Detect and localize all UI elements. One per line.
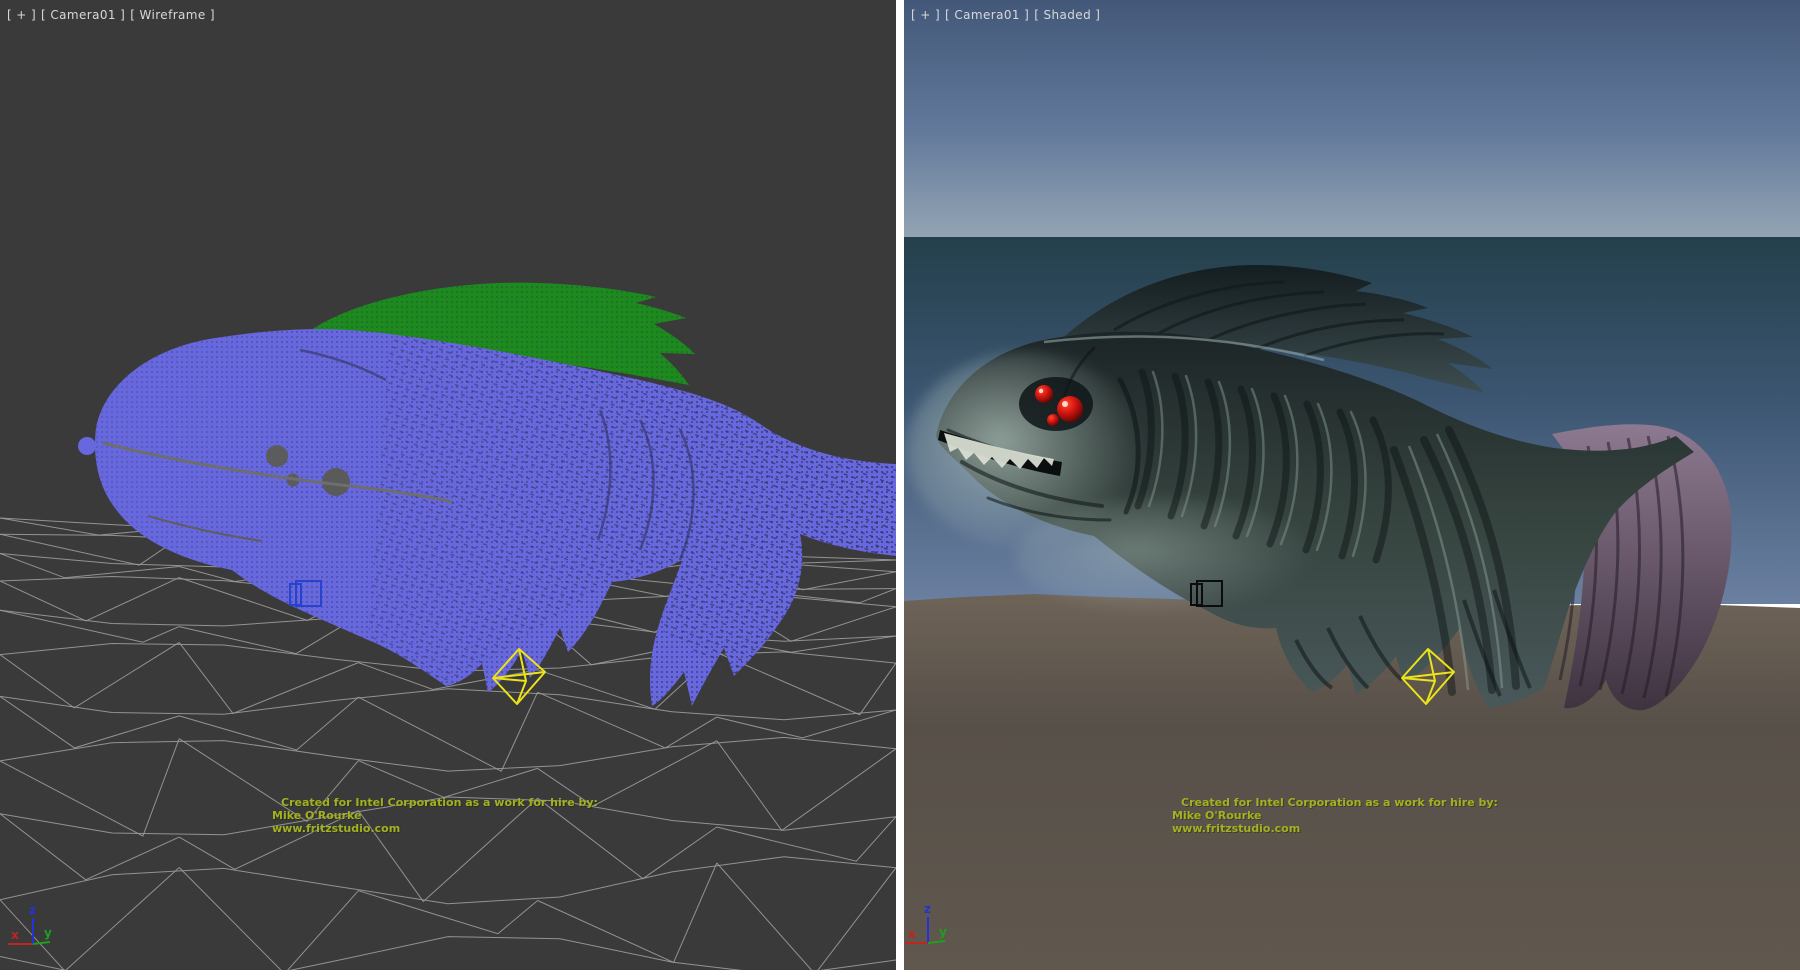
axis-x-label: x <box>908 927 916 941</box>
fish-eye <box>1035 385 1053 403</box>
fish-eye <box>1057 396 1083 422</box>
viewport-camera-menu[interactable]: [ Camera01 ] <box>41 8 125 22</box>
viewport-shaded[interactable]: [ + ] [ Camera01 ] [ Shaded ] <box>904 0 1800 970</box>
viewport-label-bar: [ + ] [ Camera01 ] [ Shaded ] <box>911 8 1100 22</box>
axis-z-label: z <box>29 903 36 917</box>
axis-z-label: z <box>924 902 931 916</box>
viewport-shading-menu[interactable]: [ Wireframe ] <box>130 8 215 22</box>
axis-x-label: x <box>11 928 19 942</box>
fish-eye <box>1047 414 1059 426</box>
viewport-shading-menu[interactable]: [ Shaded ] <box>1034 8 1100 22</box>
sky <box>904 0 1800 237</box>
viewport-camera-menu[interactable]: [ Camera01 ] <box>945 8 1029 22</box>
viewport-label-bar: [ + ] [ Camera01 ] [ Wireframe ] <box>7 8 215 22</box>
dual-viewport-workspace: [ + ] [ Camera01 ] [ Wireframe ] <box>0 0 1800 978</box>
viewport-menu-button[interactable]: [ + ] <box>7 8 36 22</box>
credit-text: Created for Intel Corporation as a work … <box>272 796 598 835</box>
fish-eye-spot <box>266 445 288 467</box>
window-edge <box>0 970 1800 978</box>
viewport-splitter[interactable] <box>896 0 904 970</box>
viewport-menu-button[interactable]: [ + ] <box>911 8 940 22</box>
credit-text: Created for Intel Corporation as a work … <box>1172 796 1498 835</box>
viewport-wireframe[interactable]: [ + ] [ Camera01 ] [ Wireframe ] <box>0 0 896 970</box>
axis-y-label: y <box>939 925 947 939</box>
axis-y-label: y <box>44 926 52 940</box>
